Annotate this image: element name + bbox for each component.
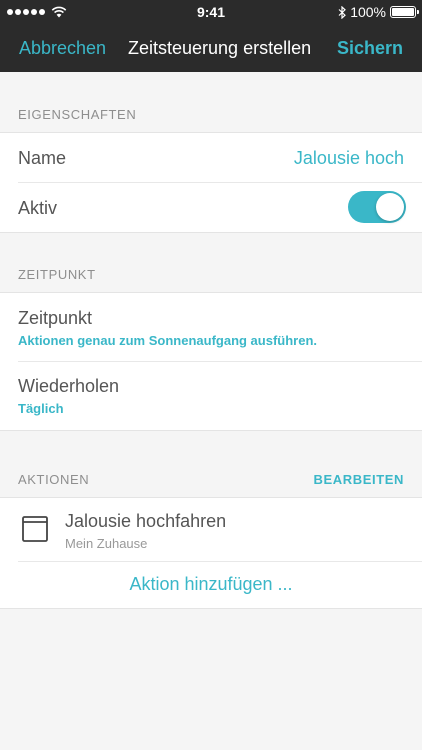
save-button[interactable]: Sichern: [337, 38, 403, 59]
nav-bar: Abbrechen Zeitsteuerung erstellen Sicher…: [0, 24, 422, 72]
active-label: Aktiv: [18, 198, 58, 218]
name-row[interactable]: Name Jalousie hoch: [0, 133, 422, 182]
active-row: Aktiv: [0, 182, 422, 232]
active-toggle[interactable]: [348, 191, 406, 223]
action-subtitle: Mein Zuhause: [65, 536, 148, 551]
name-value[interactable]: Jalousie hoch: [294, 148, 404, 169]
bluetooth-icon: [338, 5, 347, 19]
section-header-label: EIGENSCHAFTEN: [18, 107, 137, 122]
toggle-knob: [376, 193, 404, 221]
status-bar: 9:41 100%: [0, 0, 422, 24]
time-row[interactable]: Zeitpunkt Aktionen genau zum Sonnenaufga…: [0, 293, 422, 361]
repeat-value: Täglich: [18, 401, 64, 416]
repeat-label: Wiederholen: [18, 376, 120, 396]
section-header-actions: AKTIONEN BEARBEITEN: [0, 469, 422, 489]
edit-button[interactable]: BEARBEITEN: [313, 472, 404, 487]
properties-group: Name Jalousie hoch Aktiv: [0, 132, 422, 233]
status-right: 100%: [338, 4, 419, 20]
name-label: Name: [18, 148, 67, 168]
battery-fill: [392, 8, 414, 16]
time-label: Zeitpunkt: [18, 308, 93, 328]
page-title: Zeitsteuerung erstellen: [128, 38, 312, 58]
action-item[interactable]: Jalousie hochfahren Mein Zuhause: [0, 498, 422, 561]
section-header-time: ZEITPUNKT: [0, 264, 422, 284]
add-action-row: Aktion hinzufügen ...: [0, 561, 422, 608]
blind-icon: [22, 516, 48, 542]
battery-percent: 100%: [350, 4, 386, 20]
section-header-label: ZEITPUNKT: [18, 267, 96, 282]
battery-icon: [390, 6, 419, 18]
time-group: Zeitpunkt Aktionen genau zum Sonnenaufga…: [0, 292, 422, 431]
repeat-row[interactable]: Wiederholen Täglich: [0, 361, 422, 430]
cancel-button[interactable]: Abbrechen: [19, 38, 106, 59]
section-header-label: AKTIONEN: [18, 472, 90, 487]
actions-group: Jalousie hochfahren Mein Zuhause Aktion …: [0, 497, 422, 609]
add-action-button[interactable]: Aktion hinzufügen ...: [0, 574, 422, 595]
action-title: Jalousie hochfahren: [65, 511, 227, 531]
section-header-properties: EIGENSCHAFTEN: [0, 104, 422, 124]
time-value: Aktionen genau zum Sonnenaufgang ausführ…: [18, 333, 318, 348]
